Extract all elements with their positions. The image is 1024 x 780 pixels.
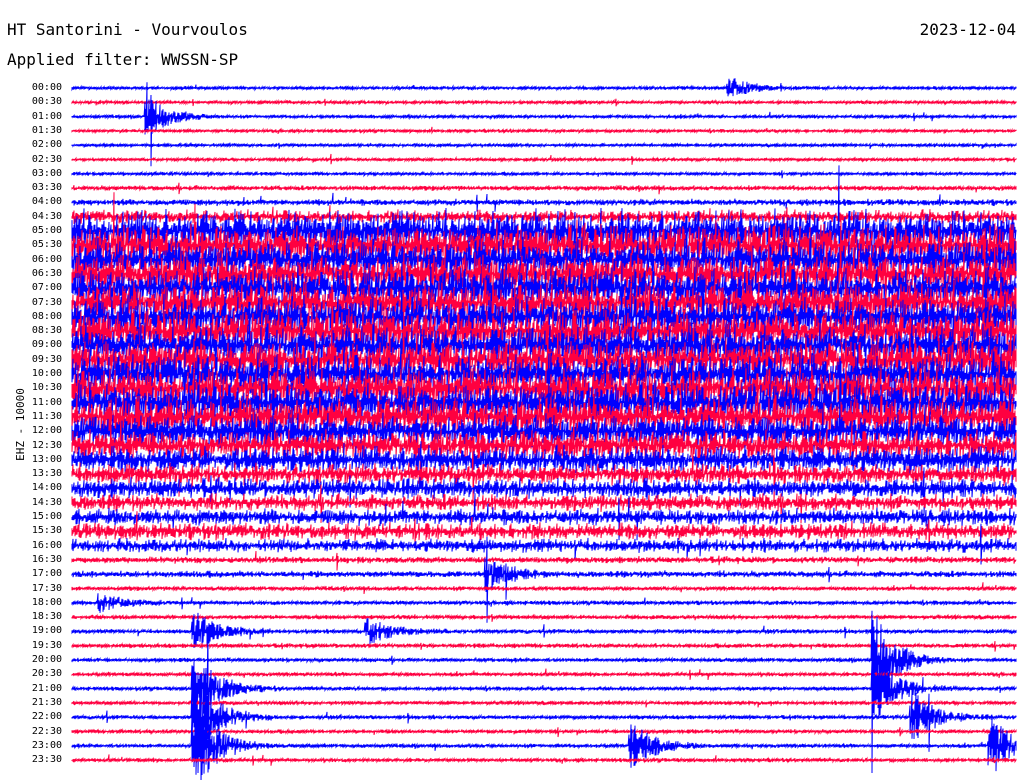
trace-row-1630 — [71, 551, 1017, 571]
trace-row-0300 — [71, 170, 1017, 179]
trace-row-1830 — [71, 613, 1017, 622]
trace-row-0200 — [71, 141, 1017, 150]
trace-row-0100 — [71, 82, 1017, 167]
helicorder-plot — [71, 78, 1017, 780]
trace-row-1800 — [71, 593, 1017, 613]
trace-row-0030 — [71, 98, 1017, 107]
trace-row-0400 — [71, 192, 1017, 212]
trace-row-0130 — [71, 126, 1017, 135]
trace-row-0230 — [71, 153, 1017, 165]
trace-row-1730 — [71, 582, 1017, 594]
trace-row-0000 — [71, 78, 1017, 97]
trace-row-0330 — [71, 182, 1017, 195]
trace-row-1700 — [71, 536, 1017, 623]
